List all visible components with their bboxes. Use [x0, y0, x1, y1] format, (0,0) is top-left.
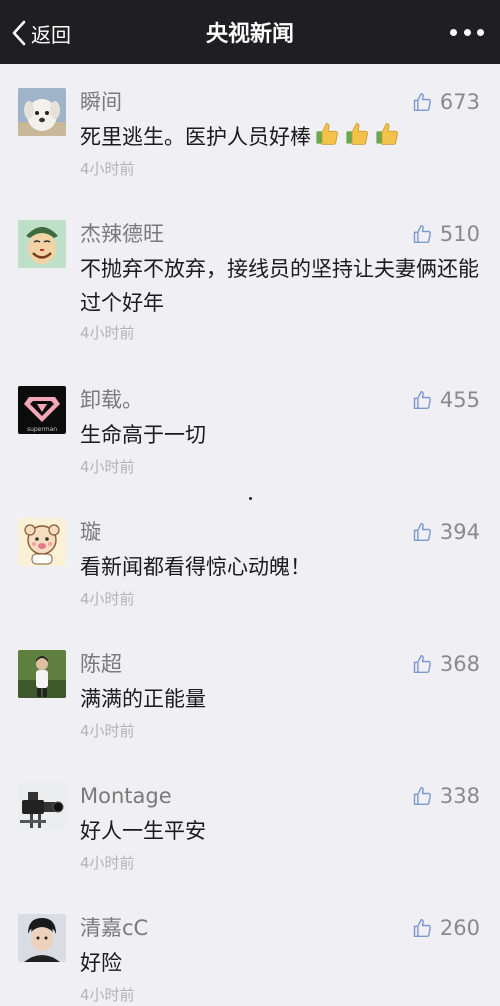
comment-text: 好人一生平安 [80, 819, 206, 843]
cartoon-face-avatar[interactable] [18, 220, 66, 268]
comment-item: superman 卸载。 455 生命高于一切 4小时前 [0, 386, 500, 486]
like-count: 260 [439, 916, 480, 940]
comment-item: 璇 394 看新闻都看得惊心动魄！ 4小时前 [0, 518, 500, 618]
thumbs-up-icon [413, 92, 431, 112]
thumbs-up-emoji [346, 122, 368, 145]
young-man-portrait-avatar[interactable] [18, 914, 66, 962]
thumbs-up-icon [413, 654, 431, 674]
like-button[interactable]: 510 [412, 220, 480, 248]
person-outdoor-avatar[interactable] [18, 650, 66, 698]
commenter-name[interactable]: 清嘉cC [80, 914, 148, 942]
like-button[interactable]: 338 [412, 782, 480, 810]
comment-time: 4小时前 [80, 590, 135, 608]
page-title: 央视新闻 [205, 22, 294, 47]
like-button[interactable]: 455 [412, 386, 480, 414]
commenter-name[interactable]: 卸载。 [80, 386, 143, 414]
comment-text: 不抛弃不放弃，接线员的坚持让夫妻俩还能过个好年 [80, 257, 479, 315]
comment-text: 生命高于一切 [80, 423, 206, 447]
thumbs-up-icon [413, 786, 431, 806]
like-count: 338 [439, 784, 480, 808]
comment-text: 满满的正能量 [80, 687, 206, 711]
like-count: 455 [439, 388, 480, 412]
comment-time: 4小时前 [80, 324, 135, 342]
page-dot [249, 497, 252, 500]
navigation-bar: 返回 央视新闻 [0, 0, 500, 64]
comment-time: 4小时前 [80, 458, 135, 476]
commenter-name[interactable]: Montage [80, 782, 172, 810]
comment-text: 死里逃生。医护人员好棒 [80, 120, 480, 154]
like-button[interactable]: 394 [412, 518, 480, 546]
thumbs-up-emoji [376, 122, 398, 145]
commenter-name[interactable]: 陈超 [80, 650, 122, 678]
comment-item: 杰辣德旺 510 不抛弃不放弃，接线员的坚持让夫妻俩还能过个好年 4小时前 [0, 220, 500, 350]
more-dots-icon[interactable] [450, 24, 484, 40]
comment-text: 好险 [80, 951, 122, 975]
comment-item: 陈超 368 满满的正能量 4小时前 [0, 650, 500, 750]
like-count: 368 [439, 652, 480, 676]
commenter-name[interactable]: 瞬间 [80, 88, 122, 116]
white-dog-avatar[interactable] [18, 88, 66, 136]
thumbs-up-icon [413, 918, 431, 938]
like-count: 673 [439, 90, 480, 114]
camera-rig-avatar[interactable] [18, 782, 66, 830]
cartoon-baby-avatar[interactable] [18, 518, 66, 566]
comment-item: 瞬间 673 死里逃生。医护人员好棒 4小时前 [0, 88, 500, 188]
comment-item: Montage 338 好人一生平安 4小时前 [0, 782, 500, 882]
like-button[interactable]: 673 [412, 88, 480, 116]
comment-time: 4小时前 [80, 160, 135, 178]
comment-text: 看新闻都看得惊心动魄！ [80, 555, 311, 579]
thumbs-up-icon [413, 224, 431, 244]
like-button[interactable]: 368 [412, 650, 480, 678]
thumbs-up-icon [413, 390, 431, 410]
like-count: 394 [439, 520, 480, 544]
comment-time: 4小时前 [80, 854, 135, 872]
comment-item: 清嘉cC 260 好险 4小时前 [0, 914, 500, 1006]
thumbs-up-emoji [316, 122, 338, 145]
comment-time: 4小时前 [80, 986, 135, 1004]
comment-time: 4小时前 [80, 722, 135, 740]
commenter-name[interactable]: 璇 [80, 518, 101, 546]
like-button[interactable]: 260 [412, 914, 480, 942]
commenter-name[interactable]: 杰辣德旺 [80, 220, 164, 248]
avatar-caption: superman [27, 426, 57, 433]
thumbs-up-icon [413, 522, 431, 542]
like-count: 510 [439, 222, 480, 246]
superman-logo-avatar[interactable]: superman [18, 386, 66, 434]
